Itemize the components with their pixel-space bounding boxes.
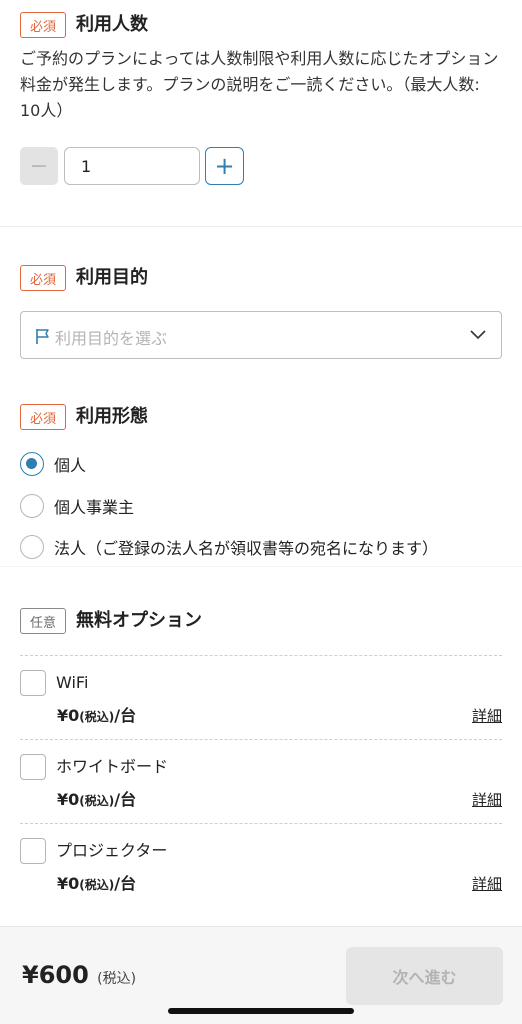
dashed-divider bbox=[20, 655, 502, 656]
section-divider bbox=[0, 226, 522, 227]
section-divider bbox=[0, 566, 522, 567]
dashed-divider bbox=[20, 739, 502, 740]
next-button[interactable]: 次へ進む bbox=[346, 947, 503, 1005]
radio-button[interactable] bbox=[20, 494, 44, 518]
radio-button[interactable] bbox=[20, 452, 44, 476]
purpose-select[interactable]: 利用目的を選ぶ bbox=[20, 311, 502, 359]
radio-option-sole-proprietor[interactable]: 個人事業主 bbox=[20, 493, 134, 519]
detail-link[interactable]: 詳細 bbox=[472, 703, 502, 729]
radio-option-corporation[interactable]: 法人（ご登録の法人名が領収書等の宛名になります） bbox=[20, 534, 438, 560]
radio-label: 個人事業主 bbox=[54, 498, 135, 517]
dashed-divider bbox=[20, 823, 502, 824]
purpose-placeholder: 利用目的を選ぶ bbox=[55, 329, 168, 348]
option-checkbox-whiteboard[interactable] bbox=[20, 754, 46, 780]
guest-count-input[interactable]: 1 bbox=[64, 147, 200, 185]
purpose-title: 利用目的 bbox=[76, 267, 148, 288]
free-options-title: 無料オプション bbox=[76, 610, 202, 631]
option-price: ¥0(税込)/台 bbox=[57, 790, 137, 809]
option-name: WiFi bbox=[56, 673, 89, 692]
required-tag: 必須 bbox=[20, 12, 66, 38]
increment-button[interactable]: + bbox=[205, 147, 244, 185]
detail-link[interactable]: 詳細 bbox=[472, 787, 502, 813]
guests-description: ご予約のプランによっては人数制限や利用人数に応じたオプション料金が発生します。プ… bbox=[20, 49, 499, 120]
checkout-footer: ¥600 (税込) 次へ進む bbox=[0, 926, 522, 1024]
chevron-down-icon bbox=[470, 330, 486, 340]
detail-link[interactable]: 詳細 bbox=[472, 871, 502, 897]
option-name: プロジェクター bbox=[56, 841, 168, 860]
option-checkbox-projector[interactable] bbox=[20, 838, 46, 864]
radio-button[interactable] bbox=[20, 535, 44, 559]
radio-label: 個人 bbox=[54, 456, 87, 475]
radio-option-individual[interactable]: 個人 bbox=[20, 451, 86, 477]
required-tag: 必須 bbox=[20, 404, 66, 430]
option-price: ¥0(税込)/台 bbox=[57, 706, 137, 725]
option-checkbox-wifi[interactable] bbox=[20, 670, 46, 696]
decrement-button[interactable]: − bbox=[20, 147, 58, 185]
option-name: ホワイトボード bbox=[56, 757, 169, 776]
total-price: ¥600 (税込) bbox=[22, 961, 137, 989]
option-price: ¥0(税込)/台 bbox=[57, 874, 137, 893]
home-indicator bbox=[168, 1008, 354, 1014]
optional-tag: 任意 bbox=[20, 608, 66, 634]
required-tag: 必須 bbox=[20, 265, 66, 291]
usage-type-title: 利用形態 bbox=[76, 406, 148, 427]
flag-icon bbox=[36, 329, 49, 344]
guests-title: 利用人数 bbox=[76, 14, 148, 35]
radio-label: 法人（ご登録の法人名が領収書等の宛名になります） bbox=[54, 539, 439, 558]
